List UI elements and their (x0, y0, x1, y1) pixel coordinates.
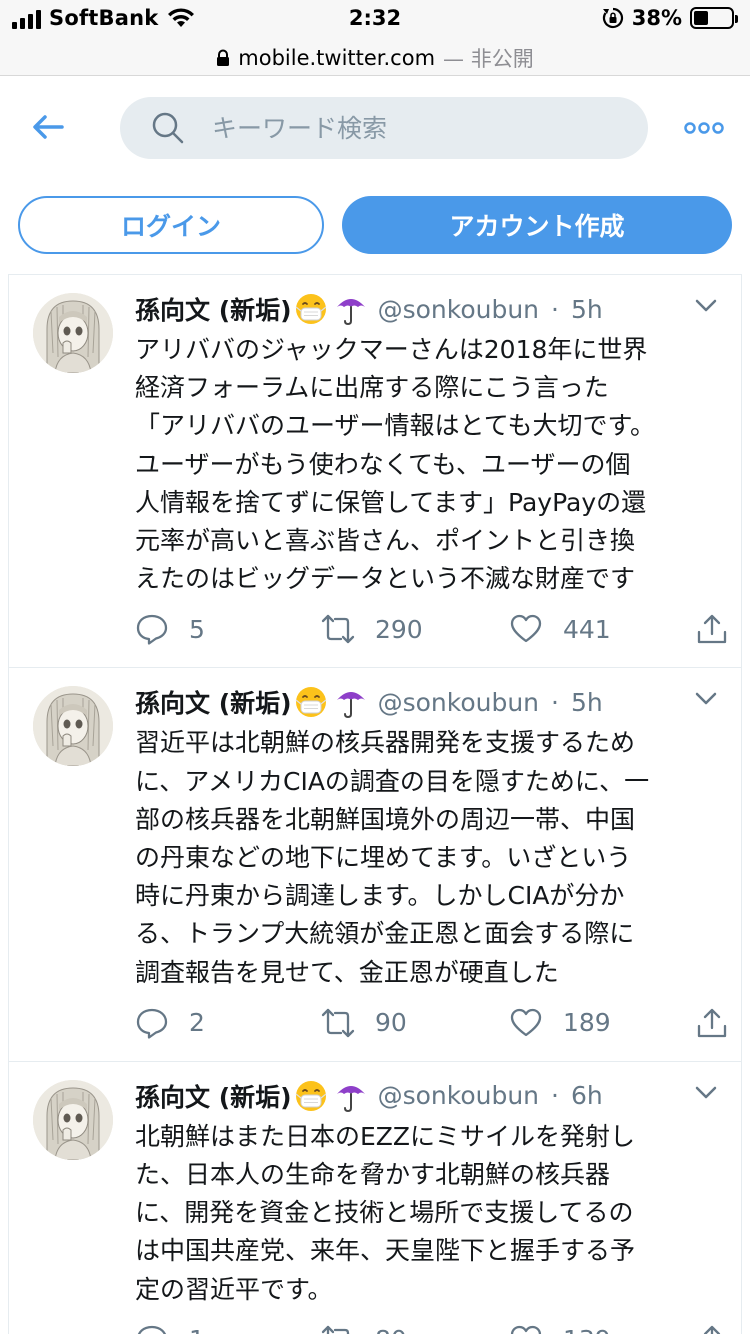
like-count: 441 (563, 614, 611, 644)
address-bar[interactable]: mobile.twitter.com — 非公開 (0, 40, 750, 76)
chevron-down-icon[interactable] (695, 1086, 717, 1100)
mask-face-emoji-icon (295, 1080, 326, 1111)
tweet[interactable]: 孫向文 (新垢) @sonkoubun · 5h 習近平は北朝鮮の核兵器開発を支… (9, 668, 741, 1062)
retweet-icon (321, 1008, 355, 1037)
reply-button[interactable]: 2 (135, 1006, 205, 1040)
umbrella-emoji-icon (336, 1085, 365, 1112)
auth-buttons: ログイン アカウント作成 (0, 196, 750, 256)
chevron-down-icon[interactable] (695, 299, 717, 313)
tweet-header: 孫向文 (新垢) @sonkoubun · 5h (135, 289, 603, 329)
tweet-timestamp[interactable]: 5h (571, 295, 603, 324)
user-handle[interactable]: @sonkoubun (378, 688, 539, 717)
tweet-header: 孫向文 (新垢) @sonkoubun · 5h (135, 682, 603, 722)
share-icon[interactable] (695, 1006, 729, 1040)
battery-icon (690, 7, 738, 29)
heart-icon (510, 1008, 542, 1036)
tweet-header: 孫向文 (新垢) @sonkoubun · 6h (135, 1076, 603, 1116)
separator-dot: · (551, 1081, 559, 1111)
search-icon (152, 112, 184, 144)
lock-icon (217, 49, 230, 66)
create-account-button[interactable]: アカウント作成 (342, 196, 732, 254)
separator-dot: · (551, 294, 559, 324)
avatar[interactable] (33, 686, 113, 767)
tweet-text: 習近平は北朝鮮の核兵器開発を支援するため に、アメリカCIAの調査の目を隠すため… (135, 728, 650, 987)
reply-icon (136, 615, 168, 646)
share-icon[interactable] (695, 1323, 729, 1334)
reply-button[interactable]: 5 (135, 612, 205, 646)
tweet[interactable]: 孫向文 (新垢) @sonkoubun · 6h 北朝鮮はまた日本のEZZにミサ… (9, 1062, 741, 1334)
tweet-actions: 2 90 189 (135, 1006, 735, 1046)
search-input[interactable] (212, 107, 612, 149)
more-options-icon[interactable] (684, 121, 724, 135)
status-bar: SoftBank 2:32 38% (0, 0, 750, 40)
url-text: mobile.twitter.com (238, 45, 436, 70)
avatar[interactable] (33, 1079, 113, 1160)
top-nav (0, 77, 750, 177)
retweet-icon (321, 1325, 350, 1334)
heart-icon (510, 1325, 542, 1334)
like-count: 139 (563, 1325, 611, 1334)
privacy-label: — 非公開 (443, 46, 534, 71)
like-button[interactable]: 441 (509, 612, 611, 646)
heart-icon (510, 615, 542, 643)
chevron-down-icon[interactable] (695, 692, 717, 706)
rotation-lock-icon (602, 7, 623, 29)
user-name[interactable]: 孫向文 (新垢) (135, 291, 292, 327)
reply-count: 5 (189, 614, 205, 644)
mask-face-emoji-icon (295, 687, 326, 718)
user-handle[interactable]: @sonkoubun (378, 295, 539, 324)
reply-count: 1 (189, 1325, 205, 1334)
separator-dot: · (551, 687, 559, 717)
tweet-actions: 5 290 441 (135, 612, 735, 652)
reply-icon (137, 1325, 167, 1334)
avatar[interactable] (33, 293, 113, 373)
user-handle[interactable]: @sonkoubun (378, 1081, 539, 1110)
reply-button[interactable]: 1 (135, 1323, 205, 1334)
like-button[interactable]: 139 (509, 1323, 611, 1334)
like-count: 189 (563, 1008, 611, 1038)
retweet-icon (321, 615, 355, 644)
retweet-button[interactable]: 90 (321, 1006, 407, 1040)
retweet-count: 290 (375, 614, 423, 644)
tweet-text: アリババのジャックマーさんは2018年に世界 経済フォーラムに出席する際にこう言… (135, 335, 656, 594)
umbrella-emoji-icon (336, 692, 365, 719)
login-button[interactable]: ログイン (18, 196, 324, 254)
reply-count: 2 (189, 1008, 205, 1038)
tweet-actions: 1 80 139 (135, 1323, 735, 1334)
search-box[interactable] (120, 97, 648, 159)
user-name[interactable]: 孫向文 (新垢) (135, 1078, 292, 1114)
tweet[interactable]: 孫向文 (新垢) @sonkoubun · 5h アリババのジャックマーさんは2… (9, 275, 741, 669)
timeline: 孫向文 (新垢) @sonkoubun · 5h アリババのジャックマーさんは2… (8, 274, 742, 1334)
retweet-button[interactable]: 290 (321, 612, 423, 646)
user-name[interactable]: 孫向文 (新垢) (135, 684, 292, 720)
reply-icon (136, 1008, 168, 1039)
tweet-text: 北朝鮮はまた日本のEZZにミサイルを発射し た、日本人の生命を脅かす北朝鮮の核兵… (135, 1121, 636, 1304)
like-button[interactable]: 189 (509, 1006, 611, 1040)
tweet-timestamp[interactable]: 5h (571, 688, 603, 717)
back-arrow-icon[interactable] (28, 107, 68, 147)
share-icon[interactable] (695, 612, 729, 646)
battery-percent: 38% (631, 6, 682, 30)
retweet-button[interactable]: 80 (321, 1323, 407, 1334)
umbrella-emoji-icon (336, 299, 365, 326)
retweet-count: 80 (375, 1325, 407, 1334)
retweet-count: 90 (375, 1008, 407, 1038)
tweet-timestamp[interactable]: 6h (571, 1081, 603, 1110)
mask-face-emoji-icon (295, 294, 326, 324)
